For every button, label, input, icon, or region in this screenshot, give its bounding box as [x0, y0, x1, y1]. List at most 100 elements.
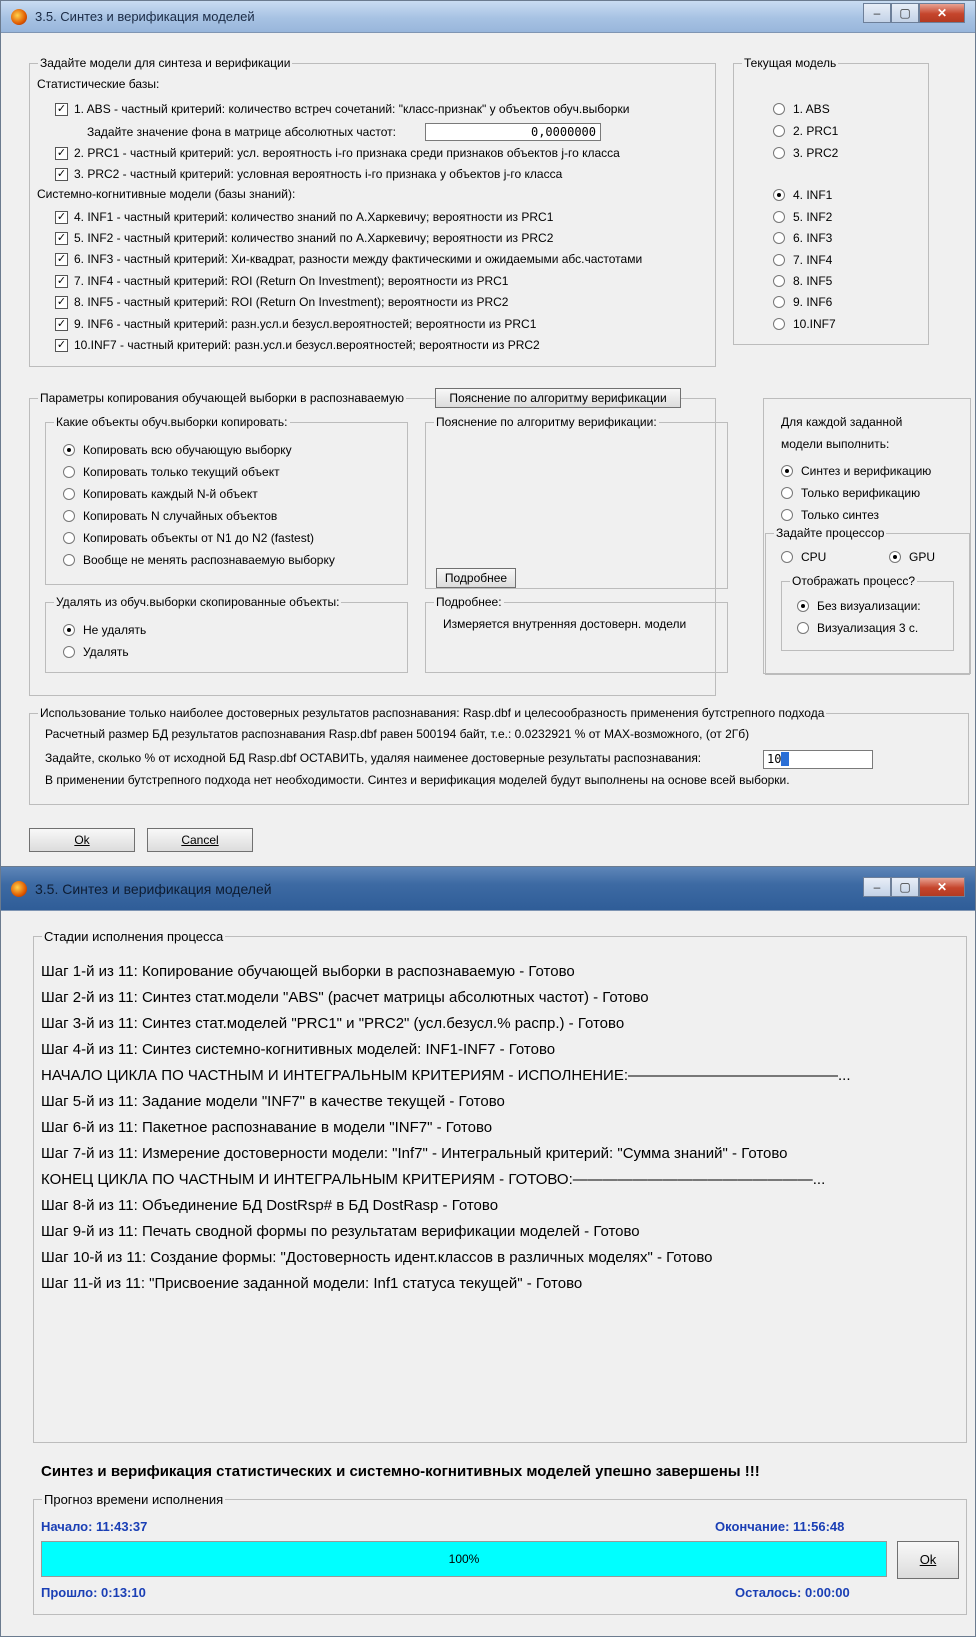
radio-dot[interactable] — [773, 254, 785, 266]
dialog-button-strip: Ok Cancel — [0, 808, 976, 868]
radio-model-inf7[interactable]: 10.INF7 — [773, 317, 836, 331]
checkbox-inf3[interactable]: ✓ 6. INF3 - частный критерий: Хи-квадрат,… — [55, 252, 642, 266]
radio-gpu[interactable]: GPU — [889, 550, 935, 564]
radio-model-inf2[interactable]: 5. INF2 — [773, 210, 832, 224]
progress-ok-button[interactable]: Ok — [897, 1541, 959, 1579]
radio-dot[interactable] — [63, 510, 75, 522]
minimize-icon[interactable]: ‒ — [863, 877, 891, 897]
radio-dot[interactable] — [63, 532, 75, 544]
checkbox-box[interactable]: ✓ — [55, 167, 68, 181]
radio-dot[interactable] — [63, 488, 75, 500]
checkbox-inf2[interactable]: ✓ 5. INF2 - частный критерий: количество … — [55, 231, 553, 245]
radio-label: 5. INF2 — [793, 210, 833, 224]
radio-dot[interactable] — [781, 487, 793, 499]
title-bar: 3.5. Синтез и верификация моделей ‒ ▢ ✕ — [1, 1, 975, 33]
radio-label: Только верификацию — [801, 486, 921, 500]
radio-dot[interactable] — [773, 189, 785, 201]
radio-no-delete[interactable]: Не удалять — [63, 623, 146, 637]
radio-cpu[interactable]: CPU — [781, 550, 826, 564]
radio-model-prc1[interactable]: 2. PRC1 — [773, 124, 838, 138]
each-model-label-2: модели выполнить: — [781, 437, 890, 451]
more-button[interactable]: Подробнее — [436, 568, 516, 588]
radio-dot[interactable] — [773, 232, 785, 244]
checkbox-box[interactable]: ✓ — [55, 210, 68, 224]
radio-visualization-3s[interactable]: Визуализация 3 с. — [797, 621, 918, 635]
radio-dot[interactable] — [773, 103, 785, 115]
radio-dot[interactable] — [63, 444, 75, 456]
radio-copy-all[interactable]: Копировать всю обучающую выборку — [63, 443, 292, 457]
radio-model-inf4[interactable]: 7. INF4 — [773, 253, 832, 267]
radio-dot[interactable] — [889, 551, 901, 563]
checkbox-abs[interactable]: ✓ 1. ABS - частный критерий: количество … — [55, 102, 629, 116]
display-process-group: Отображать процесс? — [781, 574, 954, 651]
radio-dot[interactable] — [63, 646, 75, 658]
explain-algorithm-button[interactable]: Пояснение по алгоритму верификации — [435, 388, 681, 408]
radio-no-visualization[interactable]: Без визуализации: — [797, 599, 921, 613]
percent-input[interactable]: 10_ — [763, 750, 873, 769]
radio-label: 8. INF5 — [793, 274, 833, 288]
radio-dot[interactable] — [781, 465, 793, 477]
progress-text: 100% — [448, 1552, 480, 1566]
each-model-label-1: Для каждой заданной — [781, 415, 903, 429]
radio-synthesis-only[interactable]: Только синтез — [781, 508, 879, 522]
radio-dot[interactable] — [63, 624, 75, 636]
cancel-button[interactable]: Cancel — [147, 828, 253, 852]
checkbox-box[interactable]: ✓ — [55, 231, 68, 245]
forecast-label: Прогноз времени исполнения — [42, 1492, 226, 1507]
checkbox-box[interactable]: ✓ — [55, 295, 68, 309]
radio-verification-only[interactable]: Только верификацию — [781, 486, 920, 500]
radio-dot[interactable] — [773, 318, 785, 330]
minimize-icon[interactable]: ‒ — [863, 3, 891, 23]
radio-copy-current[interactable]: Копировать только текущий объект — [63, 465, 280, 479]
radio-copy-nth[interactable]: Копировать каждый N-й объект — [63, 487, 258, 501]
checkbox-inf6[interactable]: ✓ 9. INF6 - частный критерий: разн.усл.и … — [55, 317, 536, 331]
radio-model-inf3[interactable]: 6. INF3 — [773, 231, 832, 245]
radio-dot[interactable] — [781, 509, 793, 521]
checkbox-box[interactable]: ✓ — [55, 338, 68, 352]
checkbox-box[interactable]: ✓ — [55, 102, 68, 116]
radio-dot[interactable] — [63, 466, 75, 478]
checkbox-prc1[interactable]: ✓ 2. PRC1 - частный критерий: усл. вероя… — [55, 146, 620, 160]
checkbox-inf5[interactable]: ✓ 8. INF5 - частный критерий: ROI (Return… — [55, 295, 508, 309]
radio-model-inf1[interactable]: 4. INF1 — [773, 188, 832, 202]
radio-dot[interactable] — [773, 275, 785, 287]
checkbox-prc2[interactable]: ✓ 3. PRC2 - частный критерий: условная в… — [55, 167, 562, 181]
radio-dot[interactable] — [773, 147, 785, 159]
delete-group: Удалять из обуч.выборки скопированные об… — [45, 595, 408, 673]
radio-dot[interactable] — [797, 622, 809, 634]
radio-copy-random[interactable]: Копировать N случайных объектов — [63, 509, 277, 523]
close-icon[interactable]: ✕ — [919, 877, 965, 897]
checkbox-inf4[interactable]: ✓ 7. INF4 - частный критерий: ROI (Return… — [55, 274, 508, 288]
radio-copy-range[interactable]: Копировать объекты от N1 до N2 (fastest) — [63, 531, 314, 545]
radio-synthesis-verification[interactable]: Синтез и верификацию — [781, 464, 931, 478]
checkbox-box[interactable]: ✓ — [55, 317, 68, 331]
window-title: 3.5. Синтез и верификация моделей — [35, 9, 255, 24]
radio-dot[interactable] — [63, 554, 75, 566]
checkbox-box[interactable]: ✓ — [55, 274, 68, 288]
radio-model-inf6[interactable]: 9. INF6 — [773, 295, 832, 309]
radio-model-inf5[interactable]: 8. INF5 — [773, 274, 832, 288]
radio-dot[interactable] — [797, 600, 809, 612]
close-icon[interactable]: ✕ — [919, 3, 965, 23]
models-group-label: Задайте модели для синтеза и верификации — [38, 56, 293, 70]
radio-copy-none[interactable]: Вообще не менять распознаваемую выборку — [63, 553, 335, 567]
radio-dot[interactable] — [773, 125, 785, 137]
background-input[interactable]: 0,0000000 — [425, 123, 601, 141]
text-cursor: _ — [781, 752, 789, 766]
checkbox-label: 3. PRC2 - частный критерий: условная вер… — [74, 167, 563, 181]
radio-model-prc2[interactable]: 3. PRC2 — [773, 146, 838, 160]
radio-dot[interactable] — [781, 551, 793, 563]
radio-dot[interactable] — [773, 296, 785, 308]
radio-delete[interactable]: Удалять — [63, 645, 129, 659]
checkbox-label: 5. INF2 - частный критерий: количество з… — [74, 231, 554, 245]
step-line: Шаг 8-й из 11: Объединение БД DostRsp# в… — [41, 1197, 499, 1214]
maximize-icon[interactable]: ▢ — [891, 877, 919, 897]
radio-model-abs[interactable]: 1. ABS — [773, 102, 830, 116]
checkbox-box[interactable]: ✓ — [55, 252, 68, 266]
checkbox-inf1[interactable]: ✓ 4. INF1 - частный критерий: количество … — [55, 210, 553, 224]
radio-dot[interactable] — [773, 211, 785, 223]
checkbox-box[interactable]: ✓ — [55, 146, 68, 160]
ok-button[interactable]: Ok — [29, 828, 135, 852]
maximize-icon[interactable]: ▢ — [891, 3, 919, 23]
checkbox-inf7[interactable]: ✓ 10.INF7 - частный критерий: разн.усл.и … — [55, 338, 540, 352]
